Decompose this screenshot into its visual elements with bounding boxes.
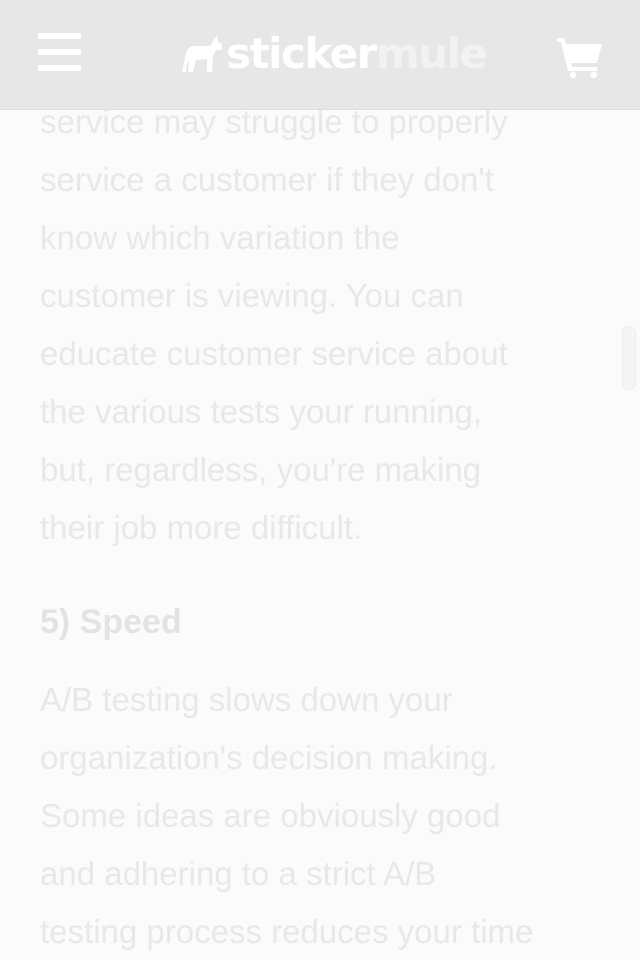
paragraph-line: A/B testing slows down your (40, 681, 453, 718)
mule-icon (182, 36, 222, 72)
shopping-cart-icon[interactable] (557, 36, 603, 79)
logo-word-sticker: sticker (226, 29, 377, 78)
article-body: service may struggle to properly service… (40, 93, 610, 959)
logo-wordmark: stickermule (226, 28, 488, 80)
paragraph-line: their job more difficult. (40, 509, 363, 546)
paragraph-line: know which variation the (40, 219, 400, 256)
section-heading: 5) Speed (40, 603, 182, 641)
paragraph-line: but, regardless, you're making (40, 451, 482, 488)
paragraph-line: customer is viewing. You can (40, 277, 464, 314)
logo-word-mule: mule (375, 29, 488, 78)
paragraph-line: testing process reduces your time (40, 913, 534, 950)
page: service may struggle to properly service… (0, 0, 640, 959)
paragraph-line: and adhering to a strict A/B (40, 855, 437, 892)
scrollbar-thumb[interactable] (622, 326, 636, 390)
paragraph-line: the various tests your running, (40, 393, 483, 430)
sticker-mule-logo[interactable]: stickermule (180, 28, 488, 80)
paragraph-line: Some ideas are obviously good (40, 797, 501, 834)
paragraph-line: service a customer if they don't (40, 161, 494, 198)
article-paragraph: service may struggle to properly service… (40, 93, 610, 557)
paragraph-line: organization's decision making. (40, 739, 498, 776)
article-paragraph: A/B testing slows down your organization… (40, 671, 610, 959)
hamburger-menu-icon[interactable] (38, 33, 82, 73)
top-header: stickermule (0, 0, 640, 110)
paragraph-line: educate customer service about (40, 335, 508, 372)
